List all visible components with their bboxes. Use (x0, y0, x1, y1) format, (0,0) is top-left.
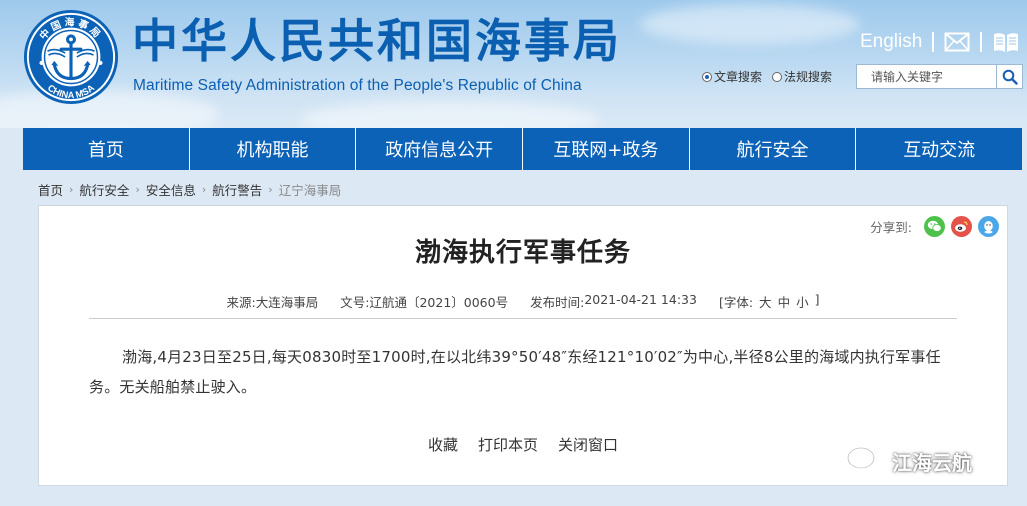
radio-unselected-icon[interactable] (772, 71, 783, 82)
meta-doc-number: 文号: 辽航通〔2021〕0060号 (340, 292, 508, 311)
divider (932, 32, 935, 52)
chevron-right-icon: › (69, 182, 74, 196)
nav-item-home[interactable]: 首页 (23, 128, 190, 170)
watermark: 江海云航 (846, 446, 972, 476)
search-option-regulations[interactable]: 法规搜索 (772, 68, 832, 85)
search-options: 文章搜索 法规搜索 (702, 68, 832, 85)
font-size-label: [字体: (718, 295, 754, 310)
chevron-right-icon: › (135, 182, 140, 196)
font-size-switcher: [字体: 大 中 小 ] (719, 292, 820, 311)
search-option-articles[interactable]: 文章搜索 (702, 68, 762, 85)
article-meta: 来源: 大连海事局 文号: 辽航通〔2021〕0060号 发布时间: 2021-… (39, 292, 1007, 311)
meta-time-value: 2021-04-21 14:33 (584, 292, 697, 307)
top-links: English (860, 28, 1020, 56)
font-size-small-button[interactable]: 小 (796, 292, 809, 311)
divider (980, 32, 983, 52)
breadcrumb-safety-info[interactable]: 安全信息 (146, 180, 196, 199)
book-icon[interactable] (992, 31, 1020, 53)
nav-item-interaction[interactable]: 互动交流 (856, 128, 1022, 170)
favorite-link[interactable]: 收藏 (428, 434, 458, 455)
article-title: 渤海执行军事任务 (414, 238, 631, 268)
site-title-en: Maritime Safety Administration of the Pe… (133, 77, 582, 94)
site-title-cn: 中华人民共和国海事局 (132, 14, 622, 68)
wechat-watermark-icon (847, 447, 883, 474)
font-size-medium-button[interactable]: 中 (778, 292, 791, 311)
breadcrumb-navigation-safety[interactable]: 航行安全 (79, 180, 129, 199)
mail-icon[interactable] (944, 32, 970, 52)
nav-item-internet-services[interactable]: 互联网+政务 (523, 128, 690, 170)
meta-source: 来源: 大连海事局 (227, 292, 319, 311)
nav-item-gov-info[interactable]: 政府信息公开 (356, 128, 524, 170)
meta-publish-time: 发布时间: 2021-04-21 14:33 (530, 292, 697, 311)
meta-source-label: 来源: (226, 295, 256, 310)
site-header: 中国海事局 CHINA MSA 中华人民共和国海事局 Maritime Safe… (0, 0, 1027, 128)
print-link[interactable]: 打印本页 (478, 434, 538, 455)
meta-source-value: 大连海事局 (255, 295, 319, 310)
breadcrumb-current: 辽宁海事局 (278, 182, 342, 198)
breadcrumb-nav-warnings[interactable]: 航行警告 (212, 180, 262, 199)
font-size-close-bracket: ] (814, 292, 820, 307)
search-option-label: 法规搜索 (784, 70, 833, 84)
font-size-large-button[interactable]: 大 (759, 292, 772, 311)
breadcrumb: 首页 › 航行安全 › 安全信息 › 航行警告 › 辽宁海事局 (38, 180, 342, 199)
radio-selected-icon[interactable] (702, 71, 712, 82)
search-icon (1002, 69, 1018, 85)
meta-time-label: 发布时间: (530, 295, 585, 310)
chevron-right-icon: › (201, 182, 207, 196)
nav-item-functions[interactable]: 机构职能 (190, 128, 357, 170)
watermark-text: 江海云航 (892, 450, 972, 475)
divider (89, 318, 957, 319)
article-panel: 分享到: 渤海执行军事任务 来源: 大连海事局 文号: 辽航通〔2021〕006… (38, 205, 1008, 486)
breadcrumb-home[interactable]: 首页 (38, 180, 63, 199)
article-body: 渤海,4月23日至25日,每天0830时至1700时,在以北纬39°50′48″… (89, 348, 941, 396)
meta-doc-label: 文号: (340, 295, 370, 310)
meta-doc-value: 辽航通〔2021〕0060号 (369, 295, 509, 310)
close-window-link[interactable]: 关闭窗口 (558, 434, 618, 455)
main-nav: 首页 机构职能 政府信息公开 互联网+政务 航行安全 互动交流 (23, 128, 1022, 170)
search-input[interactable] (856, 64, 997, 89)
chevron-right-icon: › (268, 182, 273, 196)
search-option-label: 文章搜索 (714, 70, 763, 84)
nav-item-navigation-safety[interactable]: 航行安全 (690, 128, 857, 170)
china-msa-logo[interactable]: 中国海事局 CHINA MSA (22, 8, 120, 106)
english-link[interactable]: English (860, 31, 922, 53)
search-button[interactable] (997, 64, 1023, 89)
